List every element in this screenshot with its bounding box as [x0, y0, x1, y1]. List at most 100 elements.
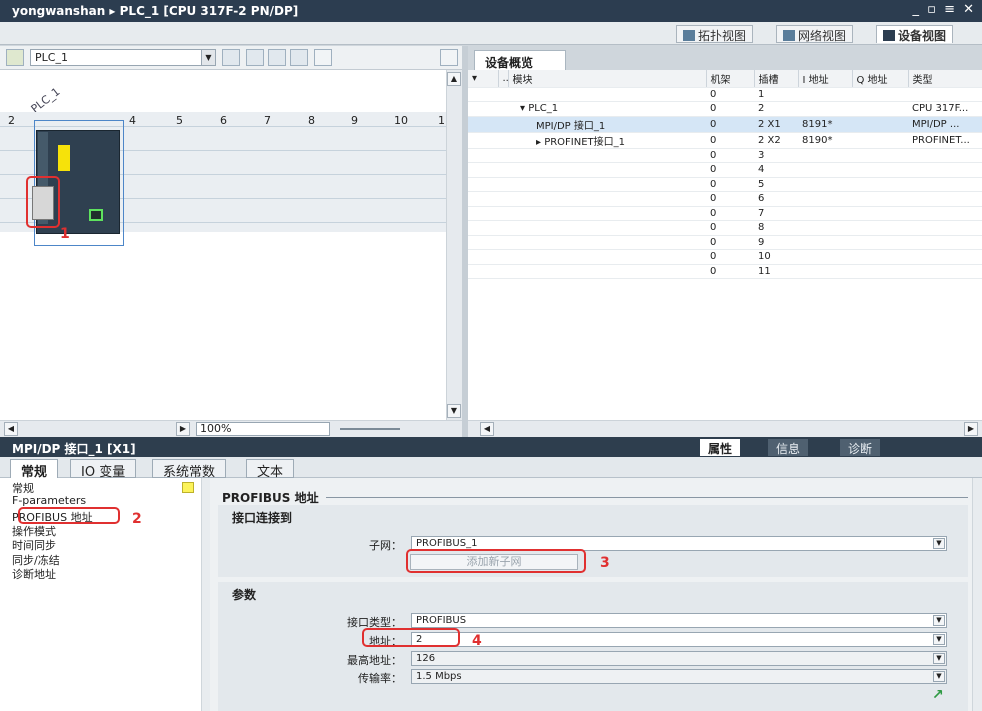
canvas-horizontal-scrollbar[interactable]: ◀ ▶ 100%	[0, 420, 462, 437]
scroll-left-icon[interactable]: ◀	[4, 422, 18, 436]
q-address-cell	[852, 116, 908, 133]
zoom-value: 100%	[200, 422, 232, 435]
module-cell[interactable]	[508, 148, 706, 163]
column-header[interactable]: Q 地址	[852, 70, 909, 88]
tab-diagnostics[interactable]: 诊断	[840, 439, 881, 456]
chevron-down-icon[interactable]: ▼	[933, 653, 945, 664]
params-header: 参数	[232, 588, 257, 602]
scroll-right-icon[interactable]: ▶	[176, 422, 190, 436]
nav-item-diagnostic-address[interactable]: 诊断地址	[12, 566, 56, 582]
type-cell	[908, 87, 982, 102]
table-horizontal-scrollbar[interactable]: ◀ ▶	[468, 420, 982, 437]
subtab-general[interactable]: 常规	[10, 459, 59, 480]
table-row[interactable]: 06	[468, 191, 982, 207]
column-header[interactable]: ...	[498, 70, 509, 88]
module-cell[interactable]	[508, 87, 706, 102]
zoom-icon[interactable]	[314, 49, 332, 66]
chevron-down-icon[interactable]: ▼	[933, 615, 945, 626]
labels-icon[interactable]	[246, 49, 264, 66]
scroll-left-icon[interactable]: ◀	[480, 422, 494, 436]
window-controls[interactable]: _ ▫ ≡ ✕	[913, 2, 977, 17]
view-icon[interactable]	[222, 49, 240, 66]
zoom-slider[interactable]	[340, 428, 400, 430]
canvas-vertical-scrollbar[interactable]: ▲ ▼	[446, 70, 462, 420]
transmission-rate-select[interactable]: 1.5 Mbps ▼	[411, 669, 947, 684]
device-select[interactable]: PLC_1 ▼	[30, 49, 216, 66]
q-address-cell	[852, 235, 908, 250]
type-cell	[908, 249, 982, 265]
rack-cell: 0	[706, 101, 754, 117]
column-header[interactable]: 模块	[508, 70, 707, 88]
apply-arrow-icon[interactable]: ↗	[932, 687, 944, 703]
nav-item-f-parameters[interactable]: F-parameters	[12, 494, 86, 507]
address-select[interactable]: 2 ▼	[411, 632, 947, 647]
module-cell[interactable]	[508, 177, 706, 192]
column-header[interactable]: 插槽	[754, 70, 799, 88]
row-marker-cell	[498, 191, 508, 207]
max-address-select[interactable]: 126 ▼	[411, 651, 947, 666]
table-row[interactable]: 04	[468, 162, 982, 178]
scroll-right-icon[interactable]: ▶	[964, 422, 978, 436]
properties-scrollbar[interactable]	[972, 478, 982, 711]
network-view-tab[interactable]: 网络视图	[776, 25, 854, 43]
module-cell[interactable]	[508, 191, 706, 207]
device-view-tab[interactable]: 设备视图	[876, 25, 954, 43]
subtab-io-tags[interactable]: IO 变量	[70, 459, 137, 480]
table-row[interactable]: 0 11	[468, 264, 982, 279]
module-cell[interactable]	[508, 220, 706, 236]
chevron-down-icon[interactable]: ▼	[933, 538, 945, 549]
row-marker-cell	[498, 87, 508, 102]
draw-icon[interactable]	[268, 49, 286, 66]
device-view-label: 设备视图	[898, 29, 947, 43]
chevron-down-icon[interactable]: ▼	[933, 671, 945, 682]
table-row[interactable]: 01	[468, 87, 982, 102]
annotation-number-1: 1	[60, 226, 70, 242]
table-row[interactable]: ▾ PLC_1 0 2 CPU 317F...	[468, 101, 982, 117]
module-cell[interactable]	[508, 235, 706, 250]
table-row[interactable]: 05	[468, 177, 982, 192]
module-cell[interactable]	[508, 162, 706, 178]
nav-scrollbar[interactable]	[201, 478, 210, 711]
chevron-down-icon[interactable]: ▼	[933, 634, 945, 645]
tab-properties[interactable]: 属性	[700, 439, 741, 456]
table-header-row: ▾ ... 模块 机架 插槽 I 地址 Q 地址 类型	[468, 70, 982, 88]
scroll-up-icon[interactable]: ▲	[447, 72, 461, 86]
slot-cell: 5	[754, 177, 798, 192]
table-row[interactable]: 09	[468, 235, 982, 250]
q-address-cell	[852, 264, 908, 279]
interface-type-select[interactable]: PROFIBUS ▼	[411, 613, 947, 628]
topology-view-tab[interactable]: 拓扑视图	[676, 25, 754, 43]
table-row[interactable]: MPI/DP 接口_1 0 2 X1 8191* MPI/DP ...	[468, 116, 982, 133]
q-address-cell	[852, 191, 908, 207]
module-cell[interactable]	[508, 249, 706, 265]
module-cell[interactable]: ▸ PROFINET接口_1	[508, 132, 706, 149]
zoom-select[interactable]: 100%	[196, 422, 330, 436]
column-header[interactable]: 类型	[908, 70, 982, 88]
column-header[interactable]: I 地址	[798, 70, 853, 88]
subtab-system-constants[interactable]: 系统常数	[152, 459, 227, 480]
table-row[interactable]: 07	[468, 206, 982, 221]
subtab-texts[interactable]: 文本	[246, 459, 295, 480]
slot-cell: 2 X2	[754, 132, 798, 149]
filter-icon[interactable]: ▾	[468, 70, 499, 88]
tab-info[interactable]: 信息	[768, 439, 809, 456]
module-cell[interactable]: MPI/DP 接口_1	[508, 116, 706, 133]
table-row[interactable]: 03	[468, 148, 982, 163]
slot-number: 8	[308, 114, 315, 127]
profinet-port-icon[interactable]	[89, 209, 103, 221]
scroll-down-icon[interactable]: ▼	[447, 404, 461, 418]
grid-icon[interactable]	[290, 49, 308, 66]
column-header[interactable]: 机架	[706, 70, 755, 88]
device-canvas[interactable]: PLC_1 2 4 5 6 7 8 9 10 1 1	[0, 70, 446, 420]
device-overview-tab[interactable]: 设备概览	[474, 50, 566, 70]
network-device-icon[interactable]	[6, 49, 24, 66]
table-row[interactable]: 0 10	[468, 249, 982, 265]
module-cell[interactable]	[508, 206, 706, 221]
chevron-down-icon[interactable]: ▼	[201, 50, 215, 65]
table-row[interactable]: 08	[468, 220, 982, 236]
module-cell[interactable]: ▾ PLC_1	[508, 101, 706, 117]
table-row[interactable]: ▸ PROFINET接口_1 0 2 X2 8190* PROFINET...	[468, 132, 982, 149]
nav-item-time-sync[interactable]: 时间同步	[12, 537, 56, 553]
module-cell[interactable]	[508, 264, 706, 279]
panel-toggle-icon[interactable]	[440, 49, 458, 66]
